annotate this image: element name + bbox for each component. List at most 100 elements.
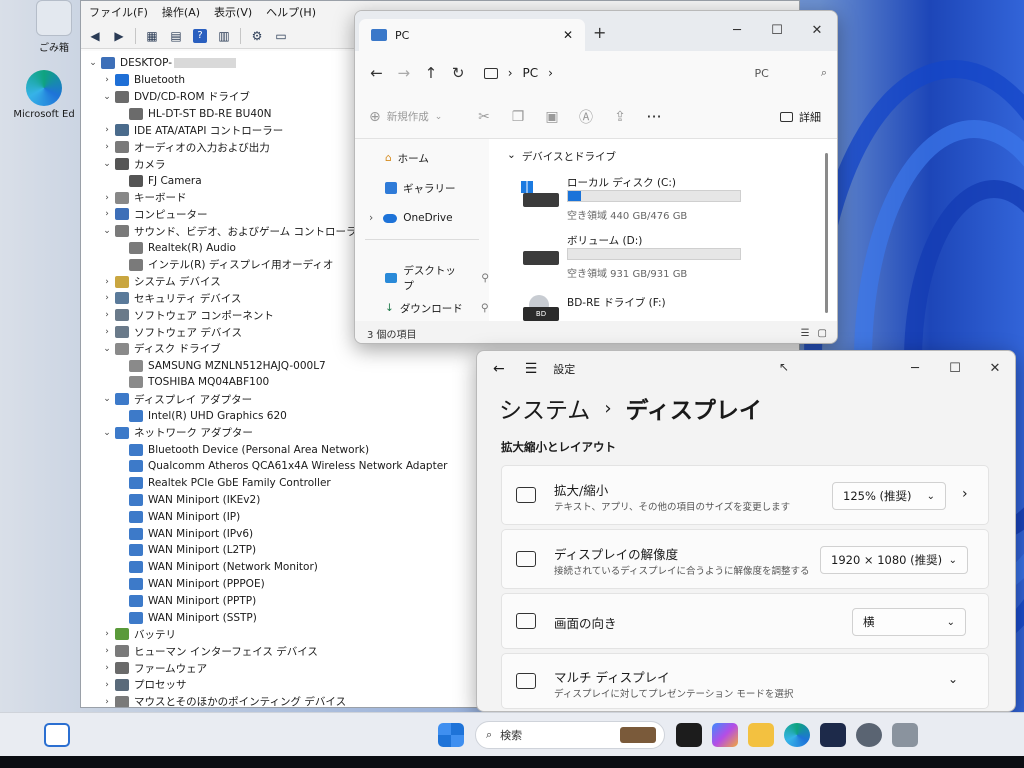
- tree-category[interactable]: › マウスとそのほかのポインティング デバイス: [101, 694, 346, 707]
- tree-category[interactable]: ⌄ ディスク ドライブ: [101, 341, 221, 357]
- tiles-view-icon[interactable]: ▢: [818, 328, 827, 339]
- back-button[interactable]: ◀: [85, 27, 105, 45]
- tree-device[interactable]: WAN Miniport (IKEv2): [127, 492, 260, 508]
- breadcrumb[interactable]: PC: [523, 66, 539, 80]
- back-button[interactable]: ←: [363, 58, 390, 88]
- forward-button[interactable]: ▶: [109, 27, 129, 45]
- tree-category[interactable]: ⌄ サウンド、ビデオ、およびゲーム コントローラー: [101, 223, 367, 239]
- new-button[interactable]: ⊕ 新規作成 ⌄: [355, 109, 467, 125]
- chevron-down-icon[interactable]: ⌄: [948, 672, 958, 686]
- tree-device[interactable]: インテル(R) ディスプレイ用オーディオ: [127, 257, 333, 273]
- refresh-button[interactable]: ↻: [445, 58, 472, 88]
- help-button[interactable]: ?: [190, 27, 210, 45]
- explorer-tab[interactable]: PC ✕: [359, 19, 585, 51]
- setting-resolution[interactable]: ディスプレイの解像度 接続されているディスプレイに合うように解像度を調整する 1…: [501, 529, 989, 589]
- tree-device[interactable]: Intel(R) UHD Graphics 620: [127, 408, 287, 424]
- menu-view[interactable]: 表示(V): [214, 4, 252, 20]
- chevron-down-icon[interactable]: ⌄: [101, 344, 113, 354]
- file-explorer-icon[interactable]: [748, 722, 774, 747]
- resolution-dropdown[interactable]: 1920 × 1080 (推奨) ⌄: [820, 546, 968, 574]
- tree-category[interactable]: ⌄ ディスプレイ アダプター: [101, 391, 252, 407]
- sidebar-item-gallery[interactable]: ギャラリー: [385, 177, 456, 199]
- tree-device[interactable]: HL-DT-ST BD-RE BU40N: [127, 106, 272, 122]
- settings-icon[interactable]: [856, 722, 882, 747]
- tree-category[interactable]: › オーディオの入力および出力: [101, 139, 270, 155]
- tree-device[interactable]: WAN Miniport (IPv6): [127, 526, 253, 542]
- sidebar-item-onedrive[interactable]: › OneDrive: [369, 207, 453, 229]
- setting-scale[interactable]: 拡大/縮小 テキスト、アプリ、その他の項目のサイズを変更します 125% (推奨…: [501, 465, 989, 525]
- forward-button[interactable]: →: [390, 58, 417, 88]
- tree-category[interactable]: › バッテリ: [101, 626, 176, 642]
- sidebar-item-home[interactable]: ⌂ ホーム: [385, 147, 429, 169]
- maximize-button[interactable]: ☐: [935, 353, 975, 383]
- section-header[interactable]: ⌄ デバイスとドライブ: [507, 149, 616, 164]
- chevron-right-icon[interactable]: ›: [101, 75, 113, 85]
- tree-category[interactable]: › IDE ATA/ATAPI コントローラー: [101, 122, 283, 138]
- tree-category[interactable]: › コンピューター: [101, 206, 208, 222]
- tree-category[interactable]: › ヒューマン インターフェイス デバイス: [101, 643, 318, 659]
- more-button[interactable]: ···: [637, 102, 671, 132]
- widgets-icon[interactable]: [44, 722, 70, 747]
- search-box[interactable]: PC ⌕: [745, 58, 837, 88]
- chevron-right-icon[interactable]: ›: [101, 680, 113, 690]
- tree-category[interactable]: › キーボード: [101, 190, 187, 206]
- menu-help[interactable]: ヘルプ(H): [266, 4, 316, 20]
- tree-device[interactable]: FJ Camera: [127, 173, 202, 189]
- tree-root[interactable]: ⌄ DESKTOP-: [87, 55, 237, 71]
- tree-category[interactable]: › プロセッサ: [101, 677, 187, 693]
- chevron-right-icon[interactable]: ›: [101, 646, 113, 656]
- chevron-right-icon[interactable]: ›: [101, 125, 113, 135]
- chevron-right-icon[interactable]: ›: [101, 293, 113, 303]
- desktop-icon-edge[interactable]: Microsoft Ed: [4, 70, 84, 120]
- chevron-down-icon[interactable]: ⌄: [101, 226, 113, 236]
- copy-button[interactable]: ❐: [501, 102, 535, 132]
- device-manager-icon[interactable]: [892, 722, 918, 747]
- chevron-down-icon[interactable]: ⌄: [101, 92, 113, 102]
- up-button[interactable]: ↑: [417, 58, 444, 88]
- minimize-button[interactable]: ─: [895, 353, 935, 383]
- chevron-right-icon[interactable]: ›: [962, 486, 968, 502]
- tree-device[interactable]: WAN Miniport (L2TP): [127, 542, 256, 558]
- tree-category[interactable]: ⌄ DVD/CD-ROM ドライブ: [101, 89, 250, 105]
- back-button[interactable]: ←: [493, 361, 505, 377]
- tree-category[interactable]: › ソフトウェア コンポーネント: [101, 307, 274, 323]
- chevron-right-icon[interactable]: ›: [101, 277, 113, 287]
- tree-category[interactable]: › セキュリティ デバイス: [101, 290, 241, 306]
- tree-device[interactable]: WAN Miniport (Network Monitor): [127, 559, 318, 575]
- details-button[interactable]: 詳細: [780, 109, 821, 125]
- paste-button[interactable]: ▣: [535, 102, 569, 132]
- tree-device[interactable]: Realtek(R) Audio: [127, 240, 236, 256]
- store-icon[interactable]: [820, 722, 846, 747]
- cut-button[interactable]: ✂: [467, 102, 501, 132]
- chevron-right-icon[interactable]: ›: [101, 697, 113, 707]
- maximize-button[interactable]: ☐: [757, 15, 797, 45]
- tree-device[interactable]: WAN Miniport (PPPOE): [127, 576, 265, 592]
- tree-device[interactable]: Realtek PCIe GbE Family Controller: [127, 475, 331, 491]
- chevron-right-icon[interactable]: ›: [101, 209, 113, 219]
- details-view-icon[interactable]: ☰: [801, 328, 810, 339]
- tree-device[interactable]: WAN Miniport (IP): [127, 509, 240, 525]
- tree-category[interactable]: › ファームウェア: [101, 660, 207, 676]
- tree-category[interactable]: ⌄ カメラ: [101, 156, 166, 172]
- nav-menu-button[interactable]: ☰: [525, 361, 538, 377]
- chevron-down-icon[interactable]: ⌄: [101, 159, 113, 169]
- tree-category[interactable]: › ソフトウェア デバイス: [101, 324, 242, 340]
- breadcrumb-parent[interactable]: システム: [499, 391, 590, 425]
- close-button[interactable]: ✕: [975, 353, 1015, 383]
- chevron-right-icon[interactable]: ›: [101, 142, 113, 152]
- setting-orientation[interactable]: 画面の向き 横 ⌄: [501, 593, 989, 649]
- tree-category[interactable]: › システム デバイス: [101, 274, 221, 290]
- tree-device[interactable]: Qualcomm Atheros QCA61x4A Wireless Netwo…: [127, 458, 447, 474]
- scan-hardware-button[interactable]: ▭: [271, 27, 291, 45]
- sidebar-item-downloads[interactable]: ↓ ダウンロード ⚲: [385, 297, 489, 319]
- chevron-right-icon[interactable]: ›: [101, 327, 113, 337]
- start-icon[interactable]: [438, 722, 464, 747]
- chevron-right-icon[interactable]: ›: [101, 663, 113, 673]
- copilot-icon[interactable]: [712, 722, 738, 747]
- close-button[interactable]: ✕: [797, 15, 837, 45]
- content-scrollbar[interactable]: [825, 153, 828, 313]
- show-hide-tree-button[interactable]: ▦: [142, 27, 162, 45]
- close-tab-icon[interactable]: ✕: [563, 28, 573, 42]
- taskbar-search[interactable]: ⌕ 検索: [475, 720, 665, 749]
- chevron-right-icon[interactable]: ›: [101, 193, 113, 203]
